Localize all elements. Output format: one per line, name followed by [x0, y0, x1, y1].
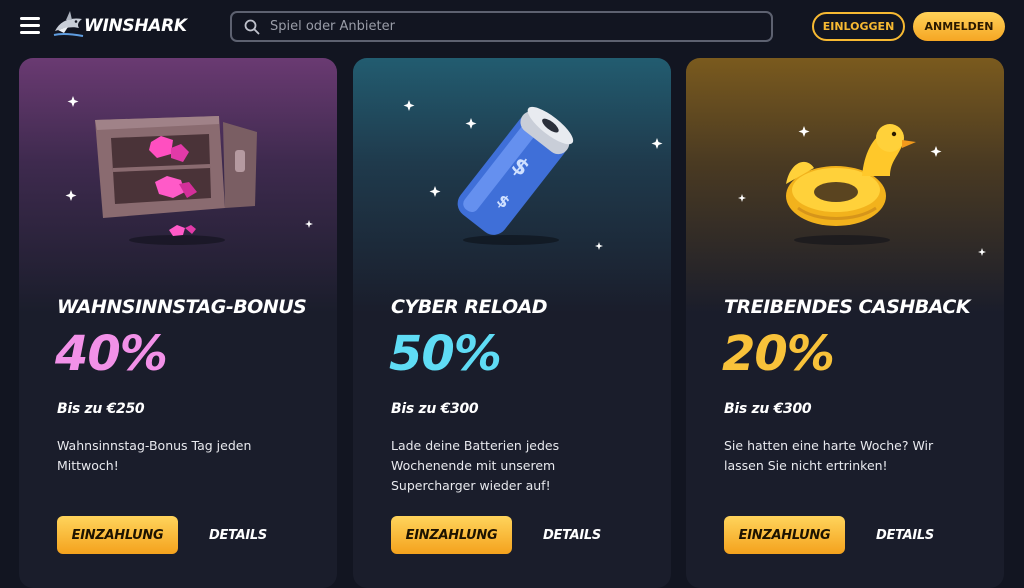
deposit-button[interactable]: EINZAHLUNG [57, 516, 178, 554]
card-description: Wahnsinnstag-Bonus Tag jeden Mittwoch! [57, 438, 252, 473]
login-button[interactable]: EINLOGGEN [812, 12, 905, 41]
safe-icon [65, 96, 313, 245]
details-link[interactable]: DETAILS [874, 516, 936, 554]
deposit-button[interactable]: EINZAHLUNG [391, 516, 512, 554]
search-bar[interactable] [230, 11, 773, 42]
card-title: CYBER RELOAD [391, 296, 548, 318]
logo[interactable]: WINSHARK [52, 6, 187, 46]
deposit-button[interactable]: EINZAHLUNG [724, 516, 845, 554]
promo-card-wahnsinnstag: WAHNSINNSTAG-BONUS 40% Bis zu €250 Wahns… [19, 58, 337, 588]
shark-logo-icon [53, 11, 84, 37]
promo-card-cyber-reload: $ $ CYBER RELOAD 50% Bis zu €300 Lade de… [353, 58, 671, 588]
card-title: TREIBENDES CASHBACK [724, 296, 971, 318]
details-link[interactable]: DETAILS [541, 516, 603, 554]
search-input[interactable] [270, 19, 750, 34]
battery-icon: $ $ [403, 100, 663, 250]
menu-icon[interactable] [20, 17, 40, 34]
bonus-percent: 40% [55, 326, 168, 382]
brand-name: WINSHARK [84, 16, 187, 36]
bonus-max: Bis zu €250 [57, 401, 145, 417]
bonus-percent: 20% [722, 326, 835, 382]
card-description: Lade deine Batterien jedes Wochenende mi… [391, 438, 560, 493]
register-button[interactable]: ANMELDEN [913, 12, 1005, 41]
promo-card-cashback: TREIBENDES CASHBACK 20% Bis zu €300 Sie … [686, 58, 1004, 588]
search-icon [244, 19, 260, 34]
card-description: Sie hatten eine harte Woche? Wir lassen … [724, 438, 934, 473]
bonus-percent: 50% [389, 326, 502, 382]
card-title: WAHNSINNSTAG-BONUS [57, 296, 307, 318]
top-bar: WINSHARK EINLOGGEN ANMELDEN [0, 0, 1024, 52]
bonus-max: Bis zu €300 [724, 401, 812, 417]
bonus-max: Bis zu €300 [391, 401, 479, 417]
duck-float-icon [738, 124, 986, 256]
details-link[interactable]: DETAILS [207, 516, 269, 554]
